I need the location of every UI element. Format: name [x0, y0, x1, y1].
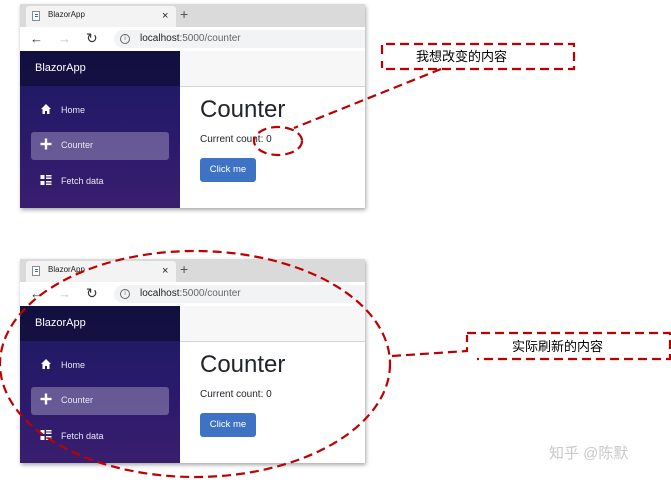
watermark: 知乎 @陈默 — [549, 445, 629, 462]
leader-line-bottom — [391, 335, 469, 358]
leader-line-top — [293, 67, 442, 130]
callout-text-top: 我想改变的内容 — [416, 49, 508, 64]
highlight-ellipse-page — [0, 249, 392, 479]
annotation-overlay — [0, 42, 671, 479]
highlight-ellipse-count — [252, 125, 304, 157]
callout-text-bottom: 实际刷新的内容 — [512, 339, 604, 354]
